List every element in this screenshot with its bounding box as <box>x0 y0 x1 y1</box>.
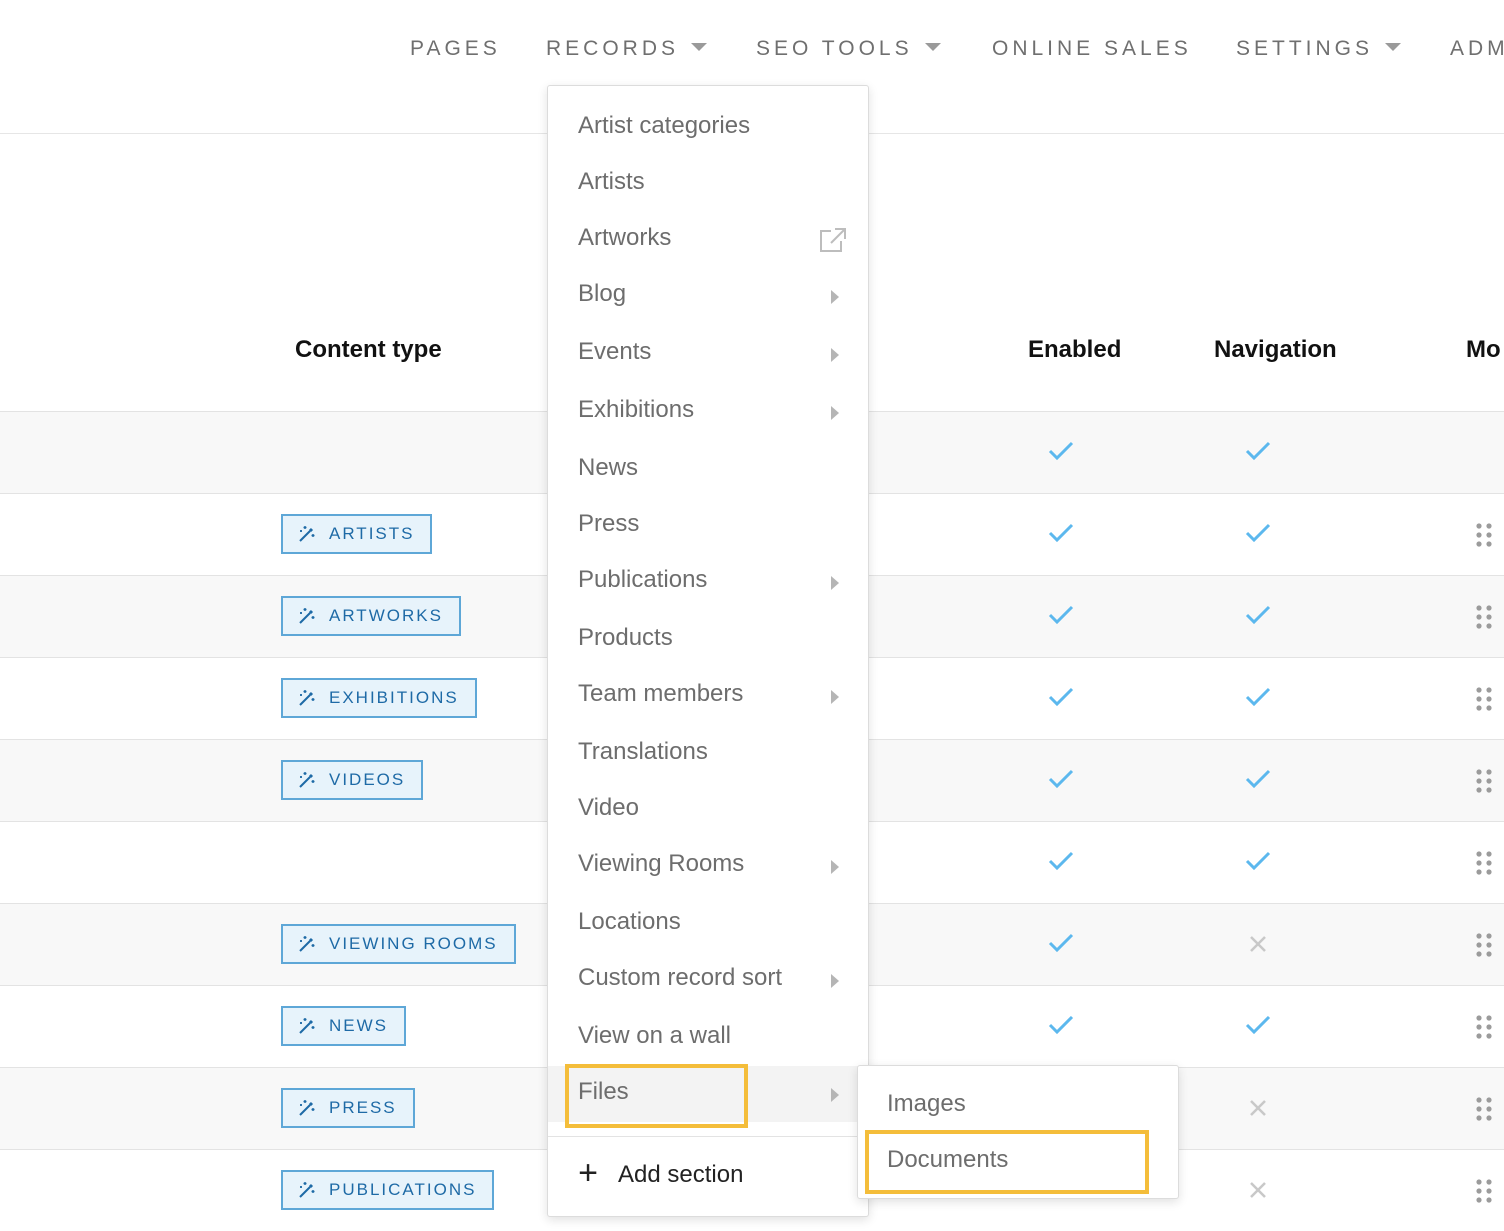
drag-handle-icon[interactable] <box>1475 686 1493 712</box>
content-type-badge[interactable]: ARTISTS <box>281 514 433 554</box>
magic-wand-icon <box>299 608 315 624</box>
navigation-check-icon[interactable] <box>1244 849 1272 873</box>
drag-handle-icon[interactable] <box>1475 1178 1493 1204</box>
menu-item-translations[interactable]: Translations <box>578 738 708 766</box>
nav-pages[interactable]: PAGES <box>410 37 501 61</box>
nav-admin[interactable]: ADM <box>1450 37 1504 61</box>
navigation-cross-icon[interactable] <box>1249 1099 1267 1117</box>
magic-wand-icon <box>299 1018 315 1034</box>
navigation-check-icon[interactable] <box>1244 685 1272 709</box>
chevron-right-icon <box>831 290 839 304</box>
magic-wand-icon <box>299 936 315 952</box>
menu-item-blog[interactable]: Blog <box>578 280 626 308</box>
external-link-icon[interactable] <box>819 227 847 253</box>
enabled-check-icon[interactable] <box>1047 439 1075 463</box>
header-enabled: Enabled <box>1028 336 1122 363</box>
content-type-badge[interactable]: NEWS <box>281 1006 406 1046</box>
chevron-right-icon <box>831 1088 839 1102</box>
magic-wand-icon <box>299 526 315 542</box>
content-type-badge[interactable]: VIDEOS <box>281 760 424 800</box>
menu-item-viewing-rooms[interactable]: Viewing Rooms <box>578 850 744 878</box>
magic-wand-icon <box>299 690 315 706</box>
navigation-check-icon[interactable] <box>1244 439 1272 463</box>
magic-wand-icon <box>299 772 315 788</box>
nav-records[interactable]: RECORDS <box>546 37 708 61</box>
chevron-down-icon <box>924 43 941 52</box>
navigation-cross-icon[interactable] <box>1249 935 1267 953</box>
menu-item-artworks[interactable]: Artworks <box>578 224 671 252</box>
nav-seo-tools[interactable]: SEO TOOLS <box>756 37 941 61</box>
chevron-right-icon <box>831 690 839 704</box>
plus-icon: + <box>578 1154 598 1192</box>
chevron-right-icon <box>831 860 839 874</box>
navigation-check-icon[interactable] <box>1244 521 1272 545</box>
drag-handle-icon[interactable] <box>1475 850 1493 876</box>
magic-wand-icon <box>299 1182 315 1198</box>
drag-handle-icon[interactable] <box>1475 522 1493 548</box>
menu-item-team-members[interactable]: Team members <box>578 680 743 708</box>
enabled-check-icon[interactable] <box>1047 603 1075 627</box>
menu-item-artists[interactable]: Artists <box>578 168 645 196</box>
menu-item-video[interactable]: Video <box>578 794 639 822</box>
drag-handle-icon[interactable] <box>1475 768 1493 794</box>
menu-item-publications[interactable]: Publications <box>578 566 707 594</box>
content-type-badge[interactable]: VIEWING ROOMS <box>281 924 516 964</box>
content-type-badge[interactable]: PRESS <box>281 1088 415 1128</box>
drag-handle-icon[interactable] <box>1475 932 1493 958</box>
navigation-cross-icon[interactable] <box>1249 1181 1267 1199</box>
menu-item-events[interactable]: Events <box>578 338 651 366</box>
header-navigation: Navigation <box>1214 336 1337 363</box>
menu-item-products[interactable]: Products <box>578 624 673 652</box>
chevron-down-icon <box>691 43 708 52</box>
chevron-right-icon <box>831 974 839 988</box>
menu-item-custom-record-sort[interactable]: Custom record sort <box>578 964 782 992</box>
menu-item-files[interactable]: Files <box>578 1078 629 1106</box>
menu-item-locations[interactable]: Locations <box>578 908 681 936</box>
navigation-check-icon[interactable] <box>1244 603 1272 627</box>
content-type-badge[interactable]: PUBLICATIONS <box>281 1170 495 1210</box>
enabled-check-icon[interactable] <box>1047 849 1075 873</box>
menu-divider <box>548 1136 868 1137</box>
enabled-check-icon[interactable] <box>1047 521 1075 545</box>
drag-handle-icon[interactable] <box>1475 1014 1493 1040</box>
enabled-check-icon[interactable] <box>1047 1013 1075 1037</box>
chevron-right-icon <box>831 406 839 420</box>
chevron-down-icon <box>1385 43 1402 52</box>
add-section-button[interactable]: + Add section <box>576 1152 743 1192</box>
header-content-type: Content type <box>295 336 442 363</box>
nav-settings[interactable]: SETTINGS <box>1236 37 1402 61</box>
menu-item-view-on-a-wall[interactable]: View on a wall <box>578 1022 731 1050</box>
drag-handle-icon[interactable] <box>1475 604 1493 630</box>
menu-item-press[interactable]: Press <box>578 510 639 538</box>
drag-handle-icon[interactable] <box>1475 1096 1493 1122</box>
chevron-right-icon <box>831 576 839 590</box>
files-submenu: Images Documents <box>857 1065 1179 1199</box>
submenu-item-documents[interactable]: Documents <box>887 1146 1008 1174</box>
submenu-item-images[interactable]: Images <box>887 1090 966 1118</box>
menu-item-news[interactable]: News <box>578 454 638 482</box>
menu-item-exhibitions[interactable]: Exhibitions <box>578 396 694 424</box>
content-type-badge[interactable]: EXHIBITIONS <box>281 678 477 718</box>
enabled-check-icon[interactable] <box>1047 685 1075 709</box>
header-more: Mo <box>1466 336 1501 363</box>
nav-online-sales[interactable]: ONLINE SALES <box>992 37 1192 61</box>
navigation-check-icon[interactable] <box>1244 767 1272 791</box>
enabled-check-icon[interactable] <box>1047 767 1075 791</box>
records-dropdown-menu: + Add section Artist categories Artists Art… <box>547 85 869 1217</box>
content-type-badge[interactable]: ARTWORKS <box>281 596 461 636</box>
chevron-right-icon <box>831 348 839 362</box>
navigation-check-icon[interactable] <box>1244 1013 1272 1037</box>
enabled-check-icon[interactable] <box>1047 931 1075 955</box>
magic-wand-icon <box>299 1100 315 1116</box>
menu-item-artist-categories[interactable]: Artist categories <box>578 112 750 140</box>
